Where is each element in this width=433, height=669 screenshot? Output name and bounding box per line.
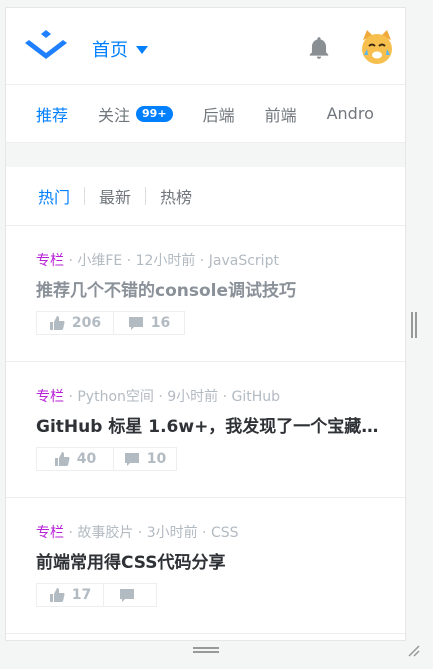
comment-button[interactable]: 16	[114, 311, 185, 335]
like-button[interactable]: 40	[36, 447, 114, 471]
tab-frontend[interactable]: 前端	[265, 102, 297, 126]
category-tabs: 推荐 关注 99+ 后端 前端 Andro	[6, 85, 405, 143]
column-tag[interactable]: 专栏	[36, 253, 64, 269]
resize-handle-icon[interactable]	[406, 643, 420, 657]
like-button[interactable]: 17	[36, 583, 104, 607]
meta-text: · Python空间 · 9小时前 · GitHub	[64, 389, 281, 405]
bell-icon[interactable]	[306, 35, 332, 61]
following-badge: 99+	[136, 105, 173, 122]
meta-text: · 小维FE · 12小时前 · JavaScript	[64, 253, 279, 269]
column-tag[interactable]: 专栏	[36, 525, 64, 541]
home-dropdown[interactable]: 首页	[92, 36, 148, 62]
caret-down-icon	[136, 46, 148, 54]
article-meta: 专栏 · 小维FE · 12小时前 · JavaScript	[36, 250, 279, 270]
subtab-hot[interactable]: 热门	[6, 184, 84, 208]
comment-button[interactable]: 10	[114, 447, 177, 471]
article-meta: 专栏 · Python空间 · 9小时前 · GitHub	[36, 386, 280, 406]
comment-count: 10	[146, 451, 167, 467]
subtab-ranking[interactable]: 热榜	[146, 184, 206, 208]
section-gap	[6, 143, 405, 167]
meta-text: · 故事胶片 · 3小时前 · CSS	[64, 525, 239, 541]
tab-recommend[interactable]: 推荐	[36, 102, 68, 126]
app-frame: 首页 推荐 关注 99+ 后端 前端 Andro 热门 最新 热榜 专栏 · 小…	[6, 8, 405, 640]
article-title[interactable]: 推荐几个不错的console调试技巧	[36, 276, 381, 301]
top-header: 首页	[6, 8, 405, 85]
comment-icon	[128, 317, 143, 330]
article-actions: 17	[36, 583, 157, 607]
thumb-up-icon	[49, 316, 65, 330]
tab-backend[interactable]: 后端	[203, 102, 235, 126]
avatar-icon[interactable]	[358, 28, 396, 66]
thumb-up-icon	[49, 588, 65, 602]
article-title[interactable]: 前端常用得CSS代码分享	[36, 548, 381, 573]
tab-following[interactable]: 关注 99+	[98, 102, 173, 126]
bottom-grip-icon[interactable]	[193, 646, 219, 654]
comment-count: 16	[150, 315, 171, 331]
article-title[interactable]: GitHub 标星 1.6w+，我发现了一个宝藏项目	[36, 412, 381, 437]
like-count: 40	[76, 451, 97, 467]
home-label: 首页	[92, 40, 128, 61]
subtab-latest[interactable]: 最新	[85, 184, 145, 208]
article-actions: 40 10	[36, 447, 177, 471]
scroll-grip-icon[interactable]	[411, 312, 417, 338]
like-count: 17	[71, 587, 92, 603]
comment-icon	[119, 589, 134, 602]
juejin-logo-icon[interactable]	[23, 26, 69, 66]
like-button[interactable]: 206	[36, 311, 114, 335]
comment-icon	[124, 453, 139, 466]
article-actions: 206 16	[36, 311, 185, 335]
thumb-up-icon	[54, 452, 70, 466]
article-meta: 专栏 · 故事胶片 · 3小时前 · CSS	[36, 522, 239, 542]
comment-button[interactable]	[104, 583, 157, 607]
sort-tabs: 热门 最新 热榜	[6, 167, 405, 226]
tab-android[interactable]: Andro	[327, 104, 374, 123]
article-item[interactable]: 专栏 · 故事胶片 · 3小时前 · CSS 前端常用得CSS代码分享 17	[6, 498, 405, 634]
column-tag[interactable]: 专栏	[36, 389, 64, 405]
like-count: 206	[71, 315, 102, 331]
article-item[interactable]: 专栏 · 小维FE · 12小时前 · JavaScript 推荐几个不错的co…	[6, 226, 405, 362]
article-item[interactable]: 专栏 · Python空间 · 9小时前 · GitHub GitHub 标星 …	[6, 362, 405, 498]
